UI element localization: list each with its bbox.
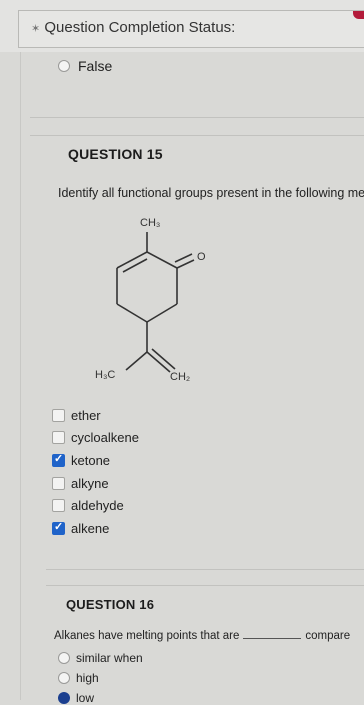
double-bond-line xyxy=(174,253,193,263)
divider xyxy=(46,585,364,586)
choice-alkene[interactable]: alkene xyxy=(52,517,139,540)
question-16-heading: QUESTION 16 xyxy=(66,597,155,612)
oxygen-label: O xyxy=(197,251,206,263)
q16-option-similar[interactable]: similar when xyxy=(58,651,143,665)
high-radio[interactable] xyxy=(58,672,70,684)
question-15-choices: ether cycloalkene ketone alkyne aldehyde… xyxy=(52,404,139,540)
bond xyxy=(146,303,178,323)
bond xyxy=(146,251,178,269)
divider xyxy=(30,117,364,118)
q16-option-high[interactable]: high xyxy=(58,671,99,685)
alkene-checkbox[interactable] xyxy=(52,520,65,535)
choice-ketone[interactable]: ketone xyxy=(52,449,139,472)
low-radio[interactable] xyxy=(58,692,70,704)
ether-checkbox[interactable] xyxy=(52,408,65,422)
false-option-label: False xyxy=(78,58,113,74)
choice-cycloalkene[interactable]: cycloalkene xyxy=(52,427,139,450)
bond xyxy=(116,251,148,269)
bond xyxy=(116,303,148,323)
red-tab-corner xyxy=(353,11,364,19)
choice-alkyne[interactable]: alkyne xyxy=(52,472,139,495)
q16-option-low[interactable]: low xyxy=(58,691,94,705)
top-methyl-label: CH₃ xyxy=(140,217,160,229)
left-methyl-label: H₃C xyxy=(95,369,115,381)
bond xyxy=(125,351,148,371)
false-option[interactable]: False xyxy=(58,58,112,74)
status-bar-title: ✶ Question Completion Status: xyxy=(31,19,236,36)
choice-aldehyde[interactable]: aldehyde xyxy=(52,494,139,517)
divider xyxy=(30,135,364,136)
divider xyxy=(46,569,364,570)
ketone-checkbox[interactable] xyxy=(52,452,65,467)
bond xyxy=(176,259,195,269)
molecule-structure: CH₃ O H₃C CH₂ xyxy=(95,217,206,383)
question-15-prompt: Identify all functional groups present i… xyxy=(58,186,364,200)
question-16-prompt: Alkanes have melting points that are comp… xyxy=(54,630,351,642)
content-left-border xyxy=(20,52,21,700)
choice-ether[interactable]: ether xyxy=(52,404,139,427)
answer-blank xyxy=(243,638,302,639)
false-radio[interactable] xyxy=(58,60,70,72)
aldehyde-checkbox[interactable] xyxy=(52,499,65,513)
double-bond-line xyxy=(122,258,148,273)
collapse-arrow-icon[interactable]: ✶ xyxy=(31,23,40,35)
question-completion-status-bar[interactable]: ✶ Question Completion Status: xyxy=(18,10,364,48)
methylene-label: CH₂ xyxy=(170,371,190,383)
similar-radio[interactable] xyxy=(58,652,70,664)
question-15-heading: QUESTION 15 xyxy=(68,146,163,162)
cycloalkene-checkbox[interactable] xyxy=(52,431,65,445)
alkyne-checkbox[interactable] xyxy=(52,476,65,490)
